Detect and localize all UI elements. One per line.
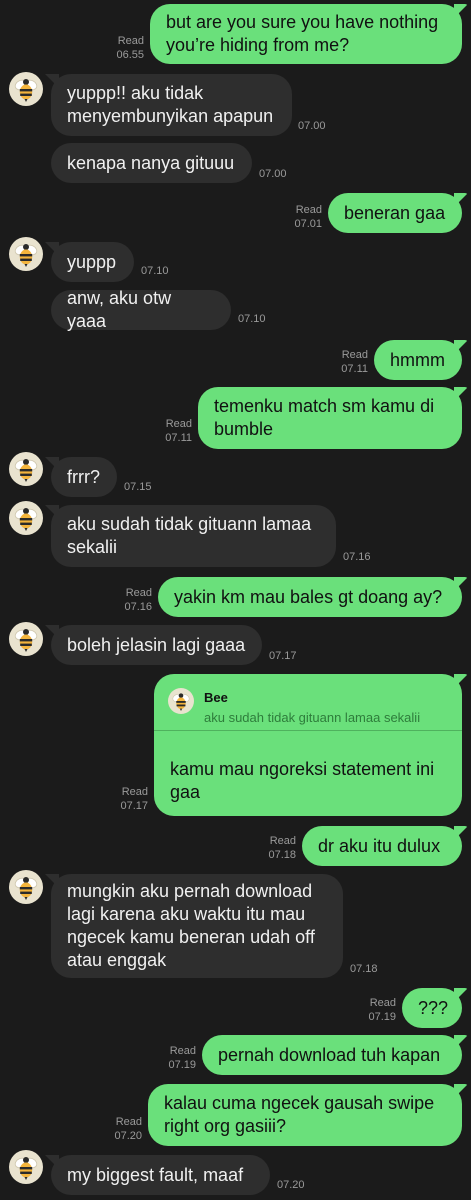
outgoing-message[interactable]: kalau cuma ngecek gausah swipe right org…: [148, 1084, 462, 1146]
read-receipt: Read 07.11: [341, 349, 368, 375]
quoted-message[interactable]: Bee aku sudah tidak gituann lamaa sekali…: [154, 674, 462, 731]
incoming-message[interactable]: my biggest fault, maaf: [51, 1155, 270, 1195]
chat-thread: Read 06.55 but are you sure you have noth…: [0, 0, 471, 1200]
incoming-message[interactable]: yuppp!! aku tidak menyembunyikan apapun: [51, 74, 292, 136]
outgoing-message[interactable]: but are you sure you have nothing you’re…: [150, 4, 462, 64]
bee-avatar-icon[interactable]: [9, 72, 43, 106]
message-time: 07.20: [277, 1179, 305, 1191]
message-time: 07.17: [269, 650, 297, 662]
bee-avatar-icon[interactable]: [9, 622, 43, 656]
incoming-message[interactable]: boleh jelasin lagi gaaa: [51, 625, 262, 665]
reply-text: kamu mau ngoreksi statement ini gaa: [170, 759, 435, 802]
outgoing-message[interactable]: temenku match sm kamu di bumble: [198, 387, 462, 449]
read-receipt: Read 06.55: [116, 35, 144, 61]
message-time: 07.16: [343, 551, 371, 563]
read-receipt: Read 07.18: [268, 835, 296, 861]
bee-avatar-icon[interactable]: [9, 1150, 43, 1184]
bee-avatar-icon[interactable]: [9, 452, 43, 486]
message-time: 07.10: [238, 313, 266, 325]
outgoing-message[interactable]: pernah download tuh kapan: [202, 1035, 462, 1075]
bee-avatar-icon[interactable]: [9, 870, 43, 904]
message-time: 07.00: [298, 120, 326, 132]
read-receipt: Read 07.16: [124, 587, 152, 613]
reply-message[interactable]: Bee aku sudah tidak gituann lamaa sekali…: [154, 674, 462, 816]
outgoing-message[interactable]: beneran gaa: [328, 193, 462, 233]
read-receipt: Read 07.19: [368, 997, 396, 1023]
outgoing-message[interactable]: yakin km mau bales gt doang ay?: [158, 577, 462, 617]
read-receipt: Read 07.20: [114, 1116, 142, 1142]
incoming-message[interactable]: yuppp: [51, 242, 134, 282]
incoming-message[interactable]: kenapa nanya gituuu: [51, 143, 252, 183]
message-time: 07.18: [350, 963, 378, 975]
quoted-text: aku sudah tidak gituann lamaa sekalii: [204, 710, 421, 725]
incoming-message[interactable]: frrr?: [51, 457, 117, 497]
read-receipt: Read 07.11: [165, 418, 192, 444]
message-time: 07.10: [141, 265, 169, 277]
outgoing-message[interactable]: dr aku itu dulux: [302, 826, 462, 866]
message-time: 07.00: [259, 168, 287, 180]
bee-avatar-icon[interactable]: [9, 501, 43, 535]
outgoing-message[interactable]: hmmm: [374, 340, 462, 380]
read-receipt: Read 07.19: [168, 1045, 196, 1071]
message-time: 07.15: [124, 481, 152, 493]
incoming-message[interactable]: mungkin aku pernah download lagi karena …: [51, 874, 343, 978]
bee-avatar-icon[interactable]: [9, 237, 43, 271]
read-receipt: Read 07.17: [120, 786, 148, 812]
outgoing-message[interactable]: ???: [402, 988, 462, 1028]
bee-avatar-icon: [168, 688, 194, 714]
read-receipt: Read 07.01: [294, 204, 322, 230]
incoming-message[interactable]: anw, aku otw yaaa: [51, 288, 231, 331]
incoming-message[interactable]: aku sudah tidak gituann lamaa sekalii: [51, 505, 336, 567]
